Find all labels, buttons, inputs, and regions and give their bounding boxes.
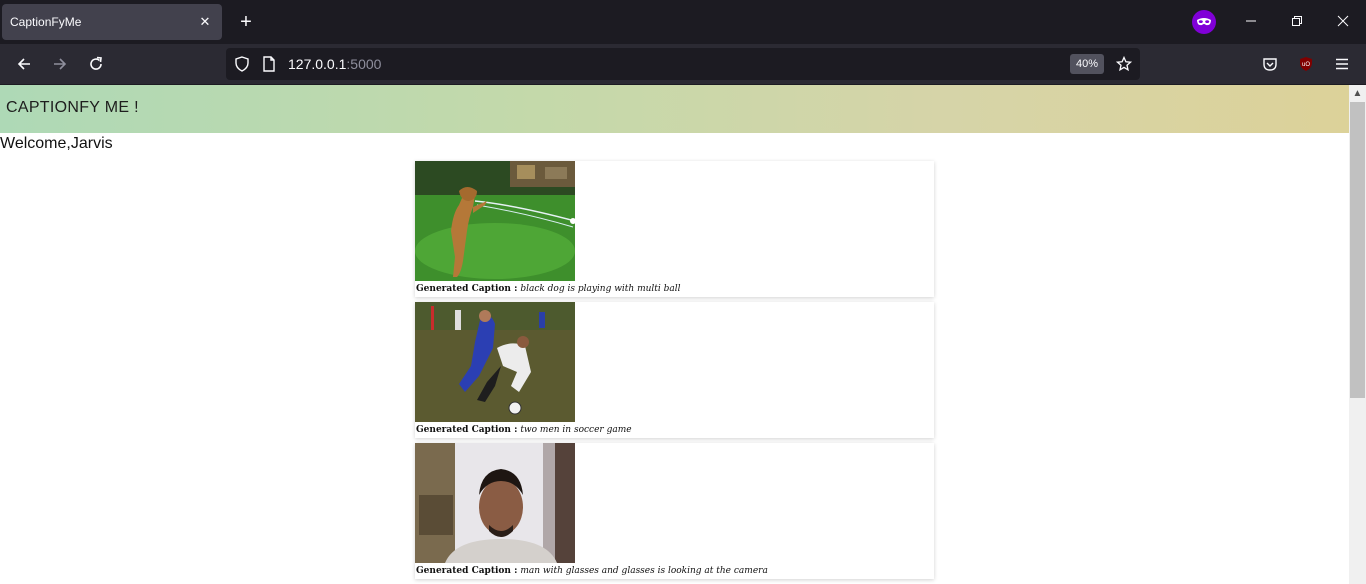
url-port: :5000 <box>346 56 382 72</box>
page-viewport: CAPTIONFY ME ! Welcome,Jarvis Generated … <box>0 85 1366 584</box>
caption-label: Generated Caption : <box>416 566 518 576</box>
caption-text: Generated Caption : man with glasses and… <box>416 566 768 576</box>
caption-card: Generated Caption : black dog is playing… <box>415 161 934 297</box>
minimize-icon[interactable] <box>1239 10 1263 34</box>
back-icon[interactable] <box>12 52 36 76</box>
caption-value: two men in soccer game <box>520 425 632 435</box>
navigation-toolbar: 127.0.0.1:5000 40% uO <box>0 44 1366 84</box>
caption-card: Generated Caption : two men in soccer ga… <box>415 302 934 438</box>
forward-icon[interactable] <box>48 52 72 76</box>
new-tab-icon[interactable]: + <box>234 10 258 34</box>
url-bar[interactable]: 127.0.0.1:5000 40% <box>226 48 1140 80</box>
url-host: 127.0.0.1 <box>288 56 347 72</box>
pocket-icon[interactable] <box>1258 52 1282 76</box>
caption-value: man with glasses and glasses is looking … <box>520 566 768 576</box>
dog-photo <box>415 161 575 281</box>
reload-icon[interactable] <box>84 52 108 76</box>
scroll-thumb[interactable] <box>1350 102 1365 398</box>
tab-captionfyme[interactable]: CaptionFyMe ✕ <box>2 4 222 40</box>
vertical-scrollbar[interactable]: ▲ <box>1349 85 1366 584</box>
restore-icon[interactable] <box>1285 10 1309 34</box>
caption-card: Generated Caption : man with glasses and… <box>415 443 934 579</box>
soccer-photo <box>415 302 575 422</box>
caption-value: black dog is playing with multi ball <box>520 284 681 294</box>
page-icon[interactable] <box>262 56 276 77</box>
close-tab-icon[interactable]: ✕ <box>198 14 212 30</box>
star-icon[interactable] <box>1115 55 1133 77</box>
shield-icon[interactable] <box>234 56 250 77</box>
zoom-level-badge[interactable]: 40% <box>1070 54 1104 74</box>
close-window-icon[interactable] <box>1331 10 1355 34</box>
site-header: CAPTIONFY ME ! <box>0 85 1349 133</box>
private-browsing-icon[interactable] <box>1192 10 1216 34</box>
svg-text:uO: uO <box>1302 62 1310 68</box>
welcome-text: Welcome,Jarvis <box>0 135 113 152</box>
menu-icon[interactable] <box>1330 52 1354 76</box>
tab-strip: CaptionFyMe ✕ + <box>0 0 1366 44</box>
caption-text: Generated Caption : black dog is playing… <box>416 284 681 294</box>
caption-text: Generated Caption : two men in soccer ga… <box>416 425 632 435</box>
caption-label: Generated Caption : <box>416 284 518 294</box>
site-title: CAPTIONFY ME ! <box>6 99 139 116</box>
tab-title: CaptionFyMe <box>10 15 82 29</box>
caption-label: Generated Caption : <box>416 425 518 435</box>
ublock-icon[interactable]: uO <box>1294 52 1318 76</box>
selfie-photo <box>415 443 575 563</box>
scroll-up-icon[interactable]: ▲ <box>1349 85 1366 102</box>
url-text[interactable]: 127.0.0.1:5000 <box>288 56 381 72</box>
